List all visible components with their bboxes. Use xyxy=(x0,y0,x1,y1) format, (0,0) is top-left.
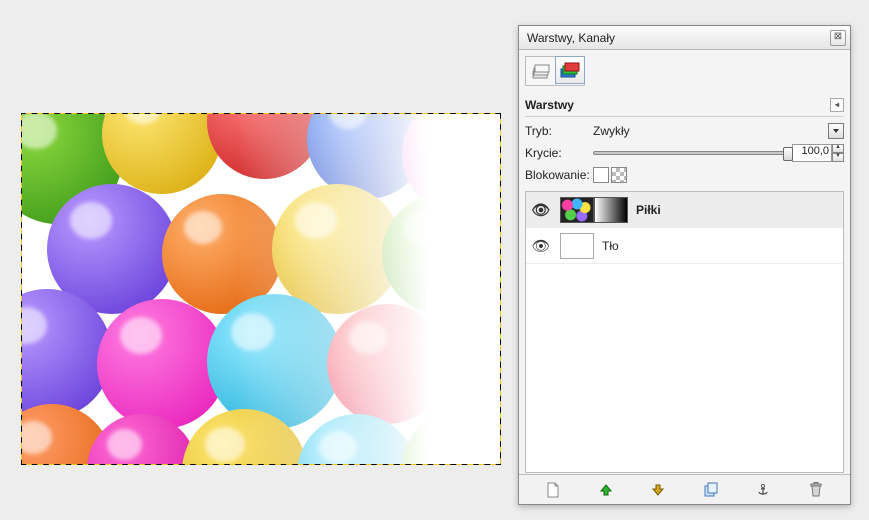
layer-name[interactable]: Piłki xyxy=(636,203,839,217)
canvas-area[interactable] xyxy=(21,113,501,465)
section-header: Warstwy ◂ xyxy=(525,96,844,117)
duplicate-layer-button[interactable] xyxy=(699,479,723,501)
opacity-value-input[interactable]: 100,0 xyxy=(792,144,832,162)
layers-toolbar xyxy=(519,474,850,504)
opacity-track[interactable] xyxy=(593,151,792,155)
anchor-layer-button[interactable] xyxy=(751,479,775,501)
panel-title: Warstwy, Kanały xyxy=(527,31,830,45)
visibility-toggle[interactable]: 👁 xyxy=(530,237,552,255)
opacity-thumb[interactable] xyxy=(783,147,793,161)
section-title: Warstwy xyxy=(525,98,574,112)
opacity-label: Krycie: xyxy=(525,146,593,160)
layers-tab[interactable] xyxy=(526,57,556,85)
move-layer-up-button[interactable] xyxy=(594,479,618,501)
opacity-row: Krycie: 100,0 ▲ ▼ xyxy=(525,143,844,163)
blend-mode-dropdown-button[interactable] xyxy=(828,123,844,139)
layer-thumbnails xyxy=(560,233,594,259)
section-menu-button[interactable]: ◂ xyxy=(830,98,844,112)
ball xyxy=(102,114,222,194)
opacity-slider[interactable] xyxy=(593,151,792,155)
layer-thumbnail[interactable] xyxy=(560,197,594,223)
lock-alpha-toggle[interactable] xyxy=(611,167,627,183)
opacity-spinner[interactable]: ▲ ▼ xyxy=(832,144,844,162)
ball xyxy=(207,294,342,429)
selection-marquee xyxy=(21,113,501,465)
panel-close-button[interactable]: ⊠ xyxy=(830,30,846,46)
blend-mode-row: Tryb: Zwykły xyxy=(525,121,844,141)
ball xyxy=(207,114,322,179)
layer-list[interactable]: 👁 Piłki 👁 Tło xyxy=(525,191,844,473)
blend-mode-value[interactable]: Zwykły xyxy=(593,124,828,138)
layer-thumbnails xyxy=(560,197,628,223)
panel-titlebar[interactable]: Warstwy, Kanały ⊠ xyxy=(519,26,850,50)
panel-tabs xyxy=(525,56,585,86)
spinner-down-icon[interactable]: ▼ xyxy=(832,153,844,162)
delete-layer-button[interactable] xyxy=(804,479,828,501)
lock-pixels-toggle[interactable] xyxy=(593,167,609,183)
ball xyxy=(402,409,500,464)
spinner-up-icon[interactable]: ▲ xyxy=(832,144,844,153)
layers-panel: Warstwy, Kanały ⊠ Warstwy xyxy=(518,25,851,505)
move-layer-down-button[interactable] xyxy=(646,479,670,501)
blend-mode-label: Tryb: xyxy=(525,124,593,138)
channels-tab[interactable] xyxy=(555,56,585,84)
layer-row-pilki[interactable]: 👁 Piłki xyxy=(526,192,843,228)
visibility-toggle[interactable]: 👁 xyxy=(530,201,552,219)
layer-mask-thumbnail[interactable] xyxy=(594,197,628,223)
lock-row: Blokowanie: xyxy=(525,165,844,185)
layer-row-tlo[interactable]: 👁 Tło xyxy=(526,228,843,264)
image-content xyxy=(22,114,500,464)
layer-name[interactable]: Tło xyxy=(602,239,839,253)
lock-label: Blokowanie: xyxy=(525,168,593,182)
new-layer-button[interactable] xyxy=(541,479,565,501)
layer-thumbnail[interactable] xyxy=(560,233,594,259)
